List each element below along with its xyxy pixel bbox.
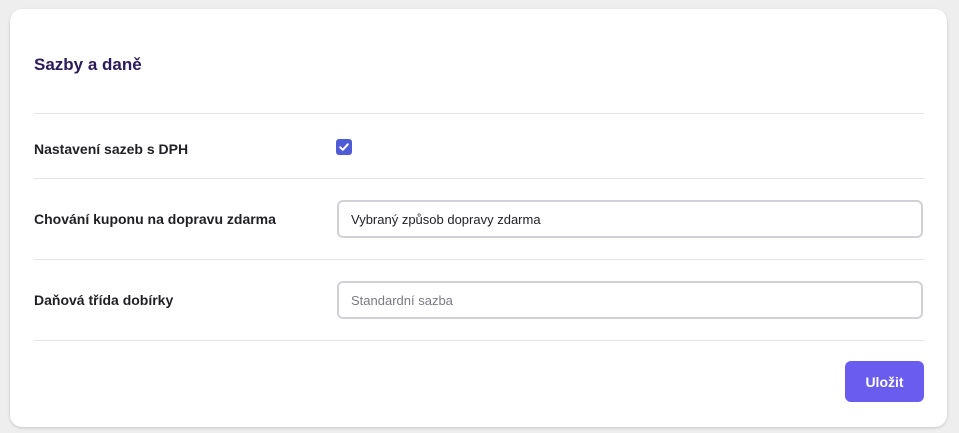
section-title: Sazby a daně	[34, 55, 142, 74]
divider	[34, 113, 924, 114]
divider	[34, 259, 924, 260]
vat-rates-label: Nastavení sazeb s DPH	[34, 141, 189, 157]
divider	[34, 340, 924, 341]
cod-tax-class-label: Daňová třída dobírky	[34, 292, 174, 308]
free-shipping-coupon-label: Chování kuponu na dopravu zdarma	[34, 211, 276, 227]
cod-tax-class-input[interactable]	[337, 281, 923, 319]
check-icon	[339, 143, 349, 151]
vat-rates-checkbox[interactable]	[336, 139, 352, 155]
divider	[34, 178, 924, 179]
save-button[interactable]: Uložit	[845, 361, 924, 402]
settings-card: Sazby a daně Nastavení sazeb s DPH Chová…	[10, 9, 947, 427]
free-shipping-coupon-input[interactable]	[337, 200, 923, 238]
